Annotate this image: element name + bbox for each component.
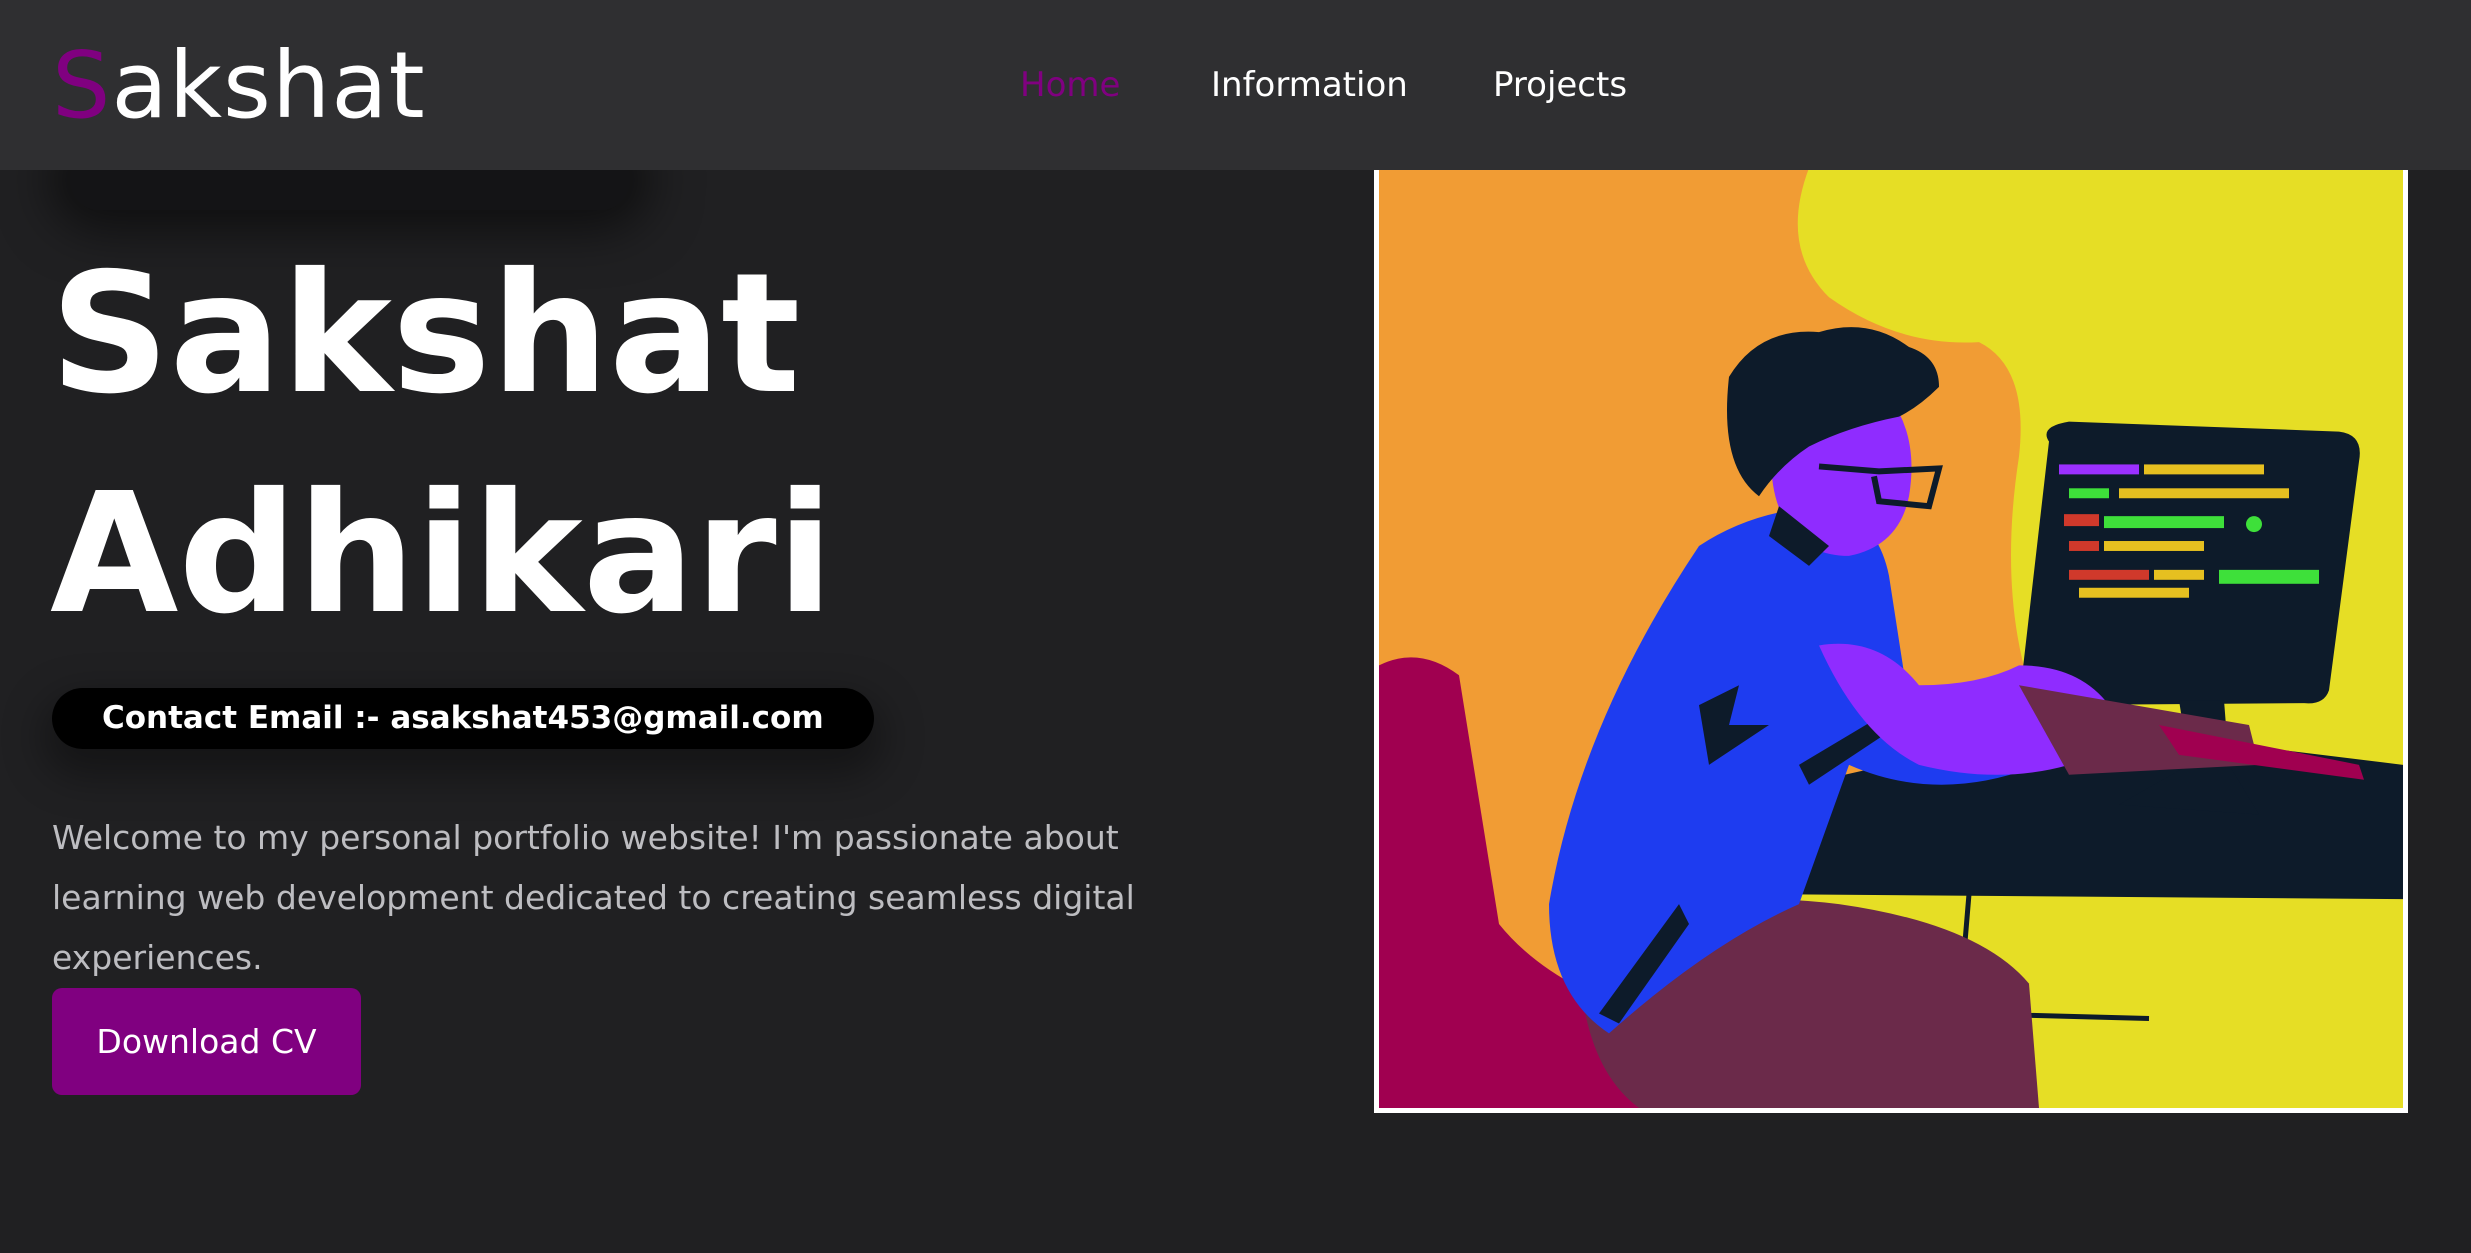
contact-email-pill: Contact Email :- asakshat453@gmail.com (52, 688, 874, 749)
nav-link-information[interactable]: Information (1211, 62, 1408, 108)
intro-text: Welcome to my personal portfolio website… (52, 818, 1135, 977)
hero-name: Sakshat Adhikari (50, 225, 834, 665)
hero-first-name: Sakshat (50, 238, 801, 431)
hero-last-name: Adhikari (50, 458, 834, 651)
nav-link-home[interactable]: Home (1020, 62, 1120, 108)
site-logo[interactable]: Sakshat (52, 28, 426, 143)
navbar: Sakshat Home Information Projects (0, 0, 2471, 170)
logo-first-letter: S (52, 32, 112, 139)
download-cv-button[interactable]: Download CV (52, 988, 361, 1095)
hero-illustration (1374, 168, 2408, 1113)
coding-person-illustration (1379, 168, 2403, 1108)
nav-link-projects[interactable]: Projects (1493, 62, 1627, 108)
logo-text: akshat (111, 32, 426, 139)
